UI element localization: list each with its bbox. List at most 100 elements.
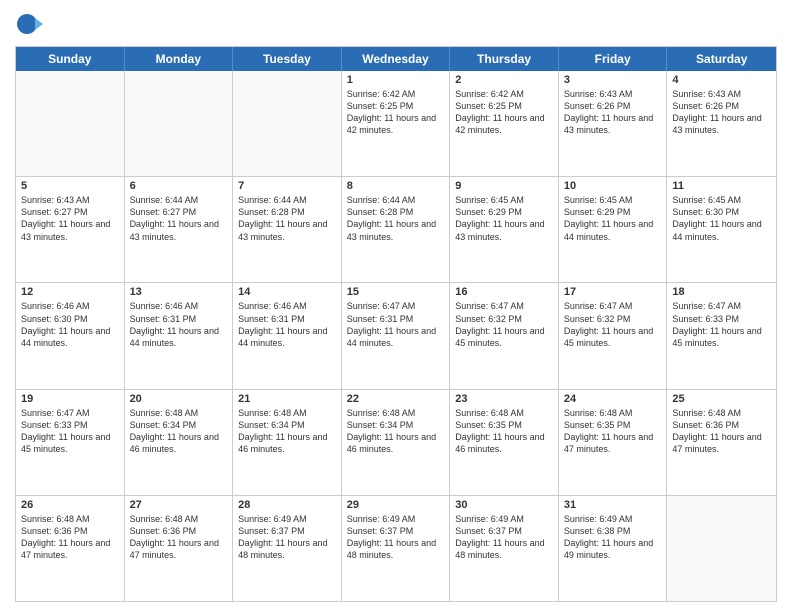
day-info: Sunrise: 6:47 AM Sunset: 6:33 PM Dayligh… <box>672 300 771 349</box>
calendar-week-1: 1 Sunrise: 6:42 AM Sunset: 6:25 PM Daylig… <box>16 71 776 176</box>
calendar-day-26: 26 Sunrise: 6:48 AM Sunset: 6:36 PM Dayli… <box>16 496 125 601</box>
calendar-day-14: 14Sunrise: 6:46 AM Sunset: 6:31 PM Dayli… <box>233 283 342 388</box>
calendar-day-9: 9 Sunrise: 6:45 AM Sunset: 6:29 PM Daylig… <box>450 177 559 282</box>
day-number: 23 <box>455 393 553 405</box>
weekday-header-sunday: Sunday <box>16 47 125 71</box>
day-number: 19 <box>21 393 119 405</box>
calendar-empty-cell <box>16 71 125 176</box>
day-number: 21 <box>238 393 336 405</box>
day-number: 30 <box>455 499 553 511</box>
day-info: Sunrise: 6:49 AM Sunset: 6:37 PM Dayligh… <box>238 513 336 562</box>
calendar-day-7: 7 Sunrise: 6:44 AM Sunset: 6:28 PM Daylig… <box>233 177 342 282</box>
day-number: 13 <box>130 286 228 298</box>
calendar-day-4: 4Sunrise: 6:43 AM Sunset: 6:26 PM Daylig… <box>667 71 776 176</box>
day-number: 6 <box>130 180 228 192</box>
calendar-day-13: 13 Sunrise: 6:46 AM Sunset: 6:31 PM Dayli… <box>125 283 234 388</box>
day-info: Sunrise: 6:49 AM Sunset: 6:38 PM Dayligh… <box>564 513 662 562</box>
calendar-week-5: 26 Sunrise: 6:48 AM Sunset: 6:36 PM Dayli… <box>16 495 776 601</box>
day-info: Sunrise: 6:48 AM Sunset: 6:34 PM Dayligh… <box>130 407 228 456</box>
calendar-day-15: 15 Sunrise: 6:47 AM Sunset: 6:31 PM Dayli… <box>342 283 451 388</box>
calendar-week-3: 12 Sunrise: 6:46 AM Sunset: 6:30 PM Dayli… <box>16 282 776 388</box>
calendar-empty-cell <box>233 71 342 176</box>
day-number: 12 <box>21 286 119 298</box>
day-info: Sunrise: 6:47 AM Sunset: 6:31 PM Dayligh… <box>347 300 445 349</box>
calendar-day-19: 19Sunrise: 6:47 AM Sunset: 6:33 PM Dayli… <box>16 390 125 495</box>
day-number: 26 <box>21 499 119 511</box>
logo-icon <box>15 10 43 38</box>
day-info: Sunrise: 6:43 AM Sunset: 6:27 PM Dayligh… <box>21 194 119 243</box>
calendar-body: 1 Sunrise: 6:42 AM Sunset: 6:25 PM Daylig… <box>16 71 776 601</box>
day-info: Sunrise: 6:46 AM Sunset: 6:30 PM Dayligh… <box>21 300 119 349</box>
calendar-day-28: 28 Sunrise: 6:49 AM Sunset: 6:37 PM Dayli… <box>233 496 342 601</box>
calendar-day-10: 10 Sunrise: 6:45 AM Sunset: 6:29 PM Dayli… <box>559 177 668 282</box>
day-info: Sunrise: 6:46 AM Sunset: 6:31 PM Dayligh… <box>130 300 228 349</box>
day-info: Sunrise: 6:44 AM Sunset: 6:28 PM Dayligh… <box>238 194 336 243</box>
day-info: Sunrise: 6:48 AM Sunset: 6:36 PM Dayligh… <box>130 513 228 562</box>
calendar-day-3: 3Sunrise: 6:43 AM Sunset: 6:26 PM Daylig… <box>559 71 668 176</box>
calendar-day-2: 2Sunrise: 6:42 AM Sunset: 6:25 PM Daylig… <box>450 71 559 176</box>
day-info: Sunrise: 6:49 AM Sunset: 6:37 PM Dayligh… <box>347 513 445 562</box>
day-info: Sunrise: 6:47 AM Sunset: 6:32 PM Dayligh… <box>564 300 662 349</box>
weekday-header-tuesday: Tuesday <box>233 47 342 71</box>
day-number: 5 <box>21 180 119 192</box>
day-number: 11 <box>672 180 771 192</box>
day-info: Sunrise: 6:48 AM Sunset: 6:34 PM Dayligh… <box>238 407 336 456</box>
day-info: Sunrise: 6:48 AM Sunset: 6:36 PM Dayligh… <box>672 407 771 456</box>
calendar-day-30: 30 Sunrise: 6:49 AM Sunset: 6:37 PM Dayli… <box>450 496 559 601</box>
day-info: Sunrise: 6:48 AM Sunset: 6:36 PM Dayligh… <box>21 513 119 562</box>
day-info: Sunrise: 6:45 AM Sunset: 6:29 PM Dayligh… <box>455 194 553 243</box>
day-number: 17 <box>564 286 662 298</box>
logo <box>15 10 47 38</box>
calendar-day-16: 16 Sunrise: 6:47 AM Sunset: 6:32 PM Dayli… <box>450 283 559 388</box>
day-info: Sunrise: 6:43 AM Sunset: 6:26 PM Dayligh… <box>564 88 662 137</box>
day-number: 29 <box>347 499 445 511</box>
calendar-day-17: 17 Sunrise: 6:47 AM Sunset: 6:32 PM Dayli… <box>559 283 668 388</box>
weekday-header-thursday: Thursday <box>450 47 559 71</box>
day-number: 31 <box>564 499 662 511</box>
day-info: Sunrise: 6:47 AM Sunset: 6:32 PM Dayligh… <box>455 300 553 349</box>
calendar-day-31: 31 Sunrise: 6:49 AM Sunset: 6:38 PM Dayli… <box>559 496 668 601</box>
calendar-day-27: 27Sunrise: 6:48 AM Sunset: 6:36 PM Dayli… <box>125 496 234 601</box>
day-info: Sunrise: 6:48 AM Sunset: 6:35 PM Dayligh… <box>455 407 553 456</box>
weekday-header-wednesday: Wednesday <box>342 47 451 71</box>
day-info: Sunrise: 6:46 AM Sunset: 6:31 PM Dayligh… <box>238 300 336 349</box>
day-number: 1 <box>347 74 445 86</box>
calendar: SundayMondayTuesdayWednesdayThursdayFrid… <box>15 46 777 602</box>
day-number: 18 <box>672 286 771 298</box>
day-number: 10 <box>564 180 662 192</box>
calendar-day-25: 25Sunrise: 6:48 AM Sunset: 6:36 PM Dayli… <box>667 390 776 495</box>
calendar-day-21: 21 Sunrise: 6:48 AM Sunset: 6:34 PM Dayli… <box>233 390 342 495</box>
header <box>15 10 777 38</box>
calendar-day-24: 24 Sunrise: 6:48 AM Sunset: 6:35 PM Dayli… <box>559 390 668 495</box>
day-number: 22 <box>347 393 445 405</box>
calendar-day-23: 23 Sunrise: 6:48 AM Sunset: 6:35 PM Dayli… <box>450 390 559 495</box>
calendar-day-1: 1 Sunrise: 6:42 AM Sunset: 6:25 PM Daylig… <box>342 71 451 176</box>
weekday-header-friday: Friday <box>559 47 668 71</box>
day-number: 15 <box>347 286 445 298</box>
day-number: 28 <box>238 499 336 511</box>
calendar-empty-cell <box>667 496 776 601</box>
day-number: 16 <box>455 286 553 298</box>
calendar-week-4: 19Sunrise: 6:47 AM Sunset: 6:33 PM Dayli… <box>16 389 776 495</box>
calendar-header: SundayMondayTuesdayWednesdayThursdayFrid… <box>16 47 776 71</box>
day-info: Sunrise: 6:44 AM Sunset: 6:28 PM Dayligh… <box>347 194 445 243</box>
calendar-empty-cell <box>125 71 234 176</box>
day-info: Sunrise: 6:49 AM Sunset: 6:37 PM Dayligh… <box>455 513 553 562</box>
calendar-week-2: 5 Sunrise: 6:43 AM Sunset: 6:27 PM Daylig… <box>16 176 776 282</box>
calendar-day-29: 29 Sunrise: 6:49 AM Sunset: 6:37 PM Dayli… <box>342 496 451 601</box>
day-info: Sunrise: 6:42 AM Sunset: 6:25 PM Dayligh… <box>455 88 553 137</box>
day-number: 7 <box>238 180 336 192</box>
day-number: 20 <box>130 393 228 405</box>
day-info: Sunrise: 6:45 AM Sunset: 6:30 PM Dayligh… <box>672 194 771 243</box>
calendar-day-12: 12 Sunrise: 6:46 AM Sunset: 6:30 PM Dayli… <box>16 283 125 388</box>
calendar-day-5: 5 Sunrise: 6:43 AM Sunset: 6:27 PM Daylig… <box>16 177 125 282</box>
day-info: Sunrise: 6:45 AM Sunset: 6:29 PM Dayligh… <box>564 194 662 243</box>
calendar-day-8: 8Sunrise: 6:44 AM Sunset: 6:28 PM Daylig… <box>342 177 451 282</box>
day-info: Sunrise: 6:42 AM Sunset: 6:25 PM Dayligh… <box>347 88 445 137</box>
day-info: Sunrise: 6:48 AM Sunset: 6:35 PM Dayligh… <box>564 407 662 456</box>
day-number: 9 <box>455 180 553 192</box>
calendar-day-22: 22Sunrise: 6:48 AM Sunset: 6:34 PM Dayli… <box>342 390 451 495</box>
calendar-day-11: 11 Sunrise: 6:45 AM Sunset: 6:30 PM Dayli… <box>667 177 776 282</box>
day-number: 24 <box>564 393 662 405</box>
calendar-day-20: 20 Sunrise: 6:48 AM Sunset: 6:34 PM Dayli… <box>125 390 234 495</box>
